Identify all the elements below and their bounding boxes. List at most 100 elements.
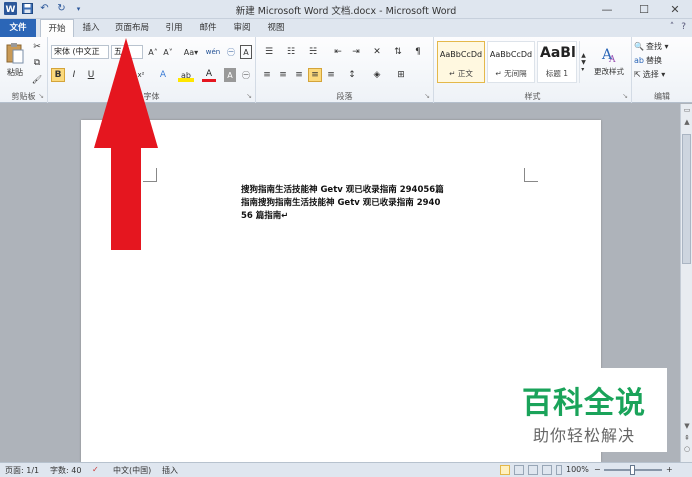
- zoom-slider[interactable]: [604, 465, 662, 475]
- close-button[interactable]: ✕: [658, 0, 692, 18]
- zoom-out-button[interactable]: −: [594, 465, 601, 474]
- dialog-launcher-icon[interactable]: ↘: [38, 92, 44, 100]
- select-button[interactable]: ⇱ 选择 ▾: [634, 67, 688, 81]
- paragraph-group: ☰ ☷ ☵ ⇤ ⇥ ✕ ⇅ ¶ ≡ ≡ ≡ ≡ ≡ ↕ ◈ ⊞ 段落 ↘: [256, 37, 434, 103]
- insert-mode-indicator[interactable]: 插入: [162, 465, 178, 476]
- word-count[interactable]: 字数: 40: [50, 465, 81, 476]
- tab-view[interactable]: 视图: [262, 19, 290, 37]
- chinese-layout-button[interactable]: ✕: [368, 45, 386, 59]
- paste-label: 粘贴: [7, 68, 23, 77]
- minimize-button[interactable]: —: [590, 0, 624, 18]
- align-center-button[interactable]: ≡: [276, 68, 290, 82]
- tab-file[interactable]: 文件: [0, 19, 36, 37]
- select-icon: ⇱: [634, 69, 641, 79]
- select-browse-object-icon[interactable]: ○: [682, 445, 692, 455]
- zoom-in-button[interactable]: +: [666, 465, 673, 474]
- zoom-level[interactable]: 100%: [566, 465, 589, 474]
- decrease-indent-button[interactable]: ⇤: [330, 45, 346, 59]
- style-heading-1[interactable]: AaBl 标题 1: [537, 41, 577, 83]
- shrink-font-button[interactable]: A˅: [161, 45, 175, 59]
- change-styles-label: 更改样式: [594, 67, 624, 76]
- outline-view-icon[interactable]: [542, 465, 552, 475]
- char-border-button[interactable]: A: [240, 45, 252, 59]
- ribbon-controls: ˄ ?: [670, 22, 686, 32]
- styles-dialog-launcher-icon[interactable]: ↘: [622, 92, 628, 100]
- change-styles-icon: AA: [600, 45, 618, 66]
- tab-home[interactable]: 开始: [40, 19, 74, 37]
- align-left-button[interactable]: ≡: [260, 68, 274, 82]
- editing-group-label: 编辑: [654, 92, 670, 101]
- change-styles-button[interactable]: AA 更改样式: [590, 40, 628, 82]
- draft-view-icon[interactable]: [556, 465, 562, 475]
- style-no-spacing[interactable]: AaBbCcDd ↵ 无间隔: [487, 41, 535, 83]
- tab-review[interactable]: 审阅: [228, 19, 256, 37]
- scrollbar-thumb[interactable]: [682, 134, 691, 264]
- styles-scroll-button[interactable]: ▲ ▼ ▾: [579, 41, 587, 83]
- document-body-text[interactable]: 搜狗指南生活技能神 Getv 观已收录指南 294056篇指南搜狗指南生活技能神…: [241, 184, 446, 223]
- editing-group: 🔍 查找 ▾ ab 替换 ⇱ 选择 ▾ 编辑: [632, 37, 692, 103]
- highlight-button[interactable]: ab: [178, 68, 194, 82]
- numbering-button[interactable]: ☷: [282, 45, 300, 59]
- sort-button[interactable]: ⇅: [390, 45, 406, 59]
- char-shading-button[interactable]: A: [224, 68, 236, 82]
- tab-insert[interactable]: 插入: [76, 19, 106, 37]
- tab-page-layout[interactable]: 页面布局: [110, 19, 154, 37]
- enclose-char-button[interactable]: ㊀: [224, 45, 238, 59]
- full-screen-reading-icon[interactable]: [514, 465, 524, 475]
- proofing-icon[interactable]: ✓: [92, 465, 99, 474]
- style-normal[interactable]: AaBbCcDd ↵ 正文: [437, 41, 485, 83]
- language-indicator[interactable]: 中文(中国): [113, 465, 151, 476]
- borders-button[interactable]: ⊞: [392, 68, 410, 82]
- ruler-toggle-icon[interactable]: ▭: [682, 106, 692, 116]
- distributed-button[interactable]: ≡: [324, 68, 338, 82]
- font-color-button[interactable]: A: [202, 68, 216, 82]
- scroll-down-icon[interactable]: ▼: [682, 422, 692, 432]
- style-no-spacing-name: ↵ 无间隔: [495, 69, 527, 78]
- italic-button[interactable]: I: [67, 68, 81, 82]
- maximize-button[interactable]: ☐: [627, 0, 661, 18]
- vertical-scrollbar[interactable]: ▭ ▲ ▼ ⇞ ○: [680, 104, 692, 462]
- multilevel-list-button[interactable]: ☵: [304, 45, 322, 59]
- status-bar: 页面: 1/1 字数: 40 ✓ 中文(中国) 插入 100% − +: [0, 462, 692, 477]
- replace-icon: ab: [634, 55, 644, 65]
- pinyin-guide-button[interactable]: wén: [205, 45, 221, 59]
- title-bar: W ↶ ↻ ▾ 新建 Microsoft Word 文档.docx - Micr…: [0, 0, 692, 19]
- show-marks-button[interactable]: ¶: [410, 45, 426, 59]
- paragraph-dialog-launcher-icon[interactable]: ↘: [424, 92, 430, 100]
- red-arrow-annotation: [94, 38, 158, 250]
- paste-button[interactable]: 粘贴: [3, 40, 27, 80]
- ribbon-tabs: 文件 开始 插入 页面布局 引用 邮件 审阅 视图 ˄ ?: [0, 19, 692, 37]
- collapse-ribbon-icon[interactable]: ˄: [670, 22, 675, 32]
- bullets-button[interactable]: ☰: [260, 45, 278, 59]
- paragraph-group-label: 段落: [336, 92, 353, 101]
- tab-references[interactable]: 引用: [160, 19, 188, 37]
- watermark-logo: 百科全说 助你轻松解决: [501, 368, 667, 452]
- paste-icon: [5, 42, 25, 67]
- format-painter-button[interactable]: 🖌: [30, 72, 44, 86]
- web-layout-icon[interactable]: [528, 465, 538, 475]
- increase-indent-button[interactable]: ⇥: [348, 45, 364, 59]
- svg-text:A: A: [608, 55, 616, 63]
- select-label: 选择 ▾: [642, 69, 666, 79]
- cut-button[interactable]: ✂: [30, 40, 44, 54]
- line-spacing-button[interactable]: ↕: [344, 68, 360, 82]
- watermark-title: 百科全说: [522, 386, 646, 421]
- font-dialog-launcher-icon[interactable]: ↘: [246, 92, 252, 100]
- tab-mailings[interactable]: 邮件: [194, 19, 222, 37]
- shading-button[interactable]: ◈: [368, 68, 386, 82]
- help-icon[interactable]: ?: [681, 22, 686, 32]
- zoom-slider-thumb[interactable]: [630, 465, 635, 475]
- justify-button[interactable]: ≡: [308, 68, 322, 82]
- find-button[interactable]: 🔍 查找 ▾: [634, 39, 688, 53]
- align-right-button[interactable]: ≡: [292, 68, 306, 82]
- page-count[interactable]: 页面: 1/1: [5, 465, 39, 476]
- print-layout-view-icon[interactable]: [500, 465, 510, 475]
- replace-button[interactable]: ab 替换: [634, 53, 688, 67]
- change-case-button[interactable]: Aa▾: [181, 45, 201, 59]
- copy-button[interactable]: ⧉: [30, 56, 44, 70]
- previous-page-icon[interactable]: ⇞: [682, 434, 692, 444]
- text-effects-button[interactable]: A: [156, 68, 170, 82]
- scroll-up-icon[interactable]: ▲: [682, 118, 692, 128]
- bold-button[interactable]: B: [51, 68, 65, 82]
- enclose-char-button-2[interactable]: ㊀: [240, 68, 252, 82]
